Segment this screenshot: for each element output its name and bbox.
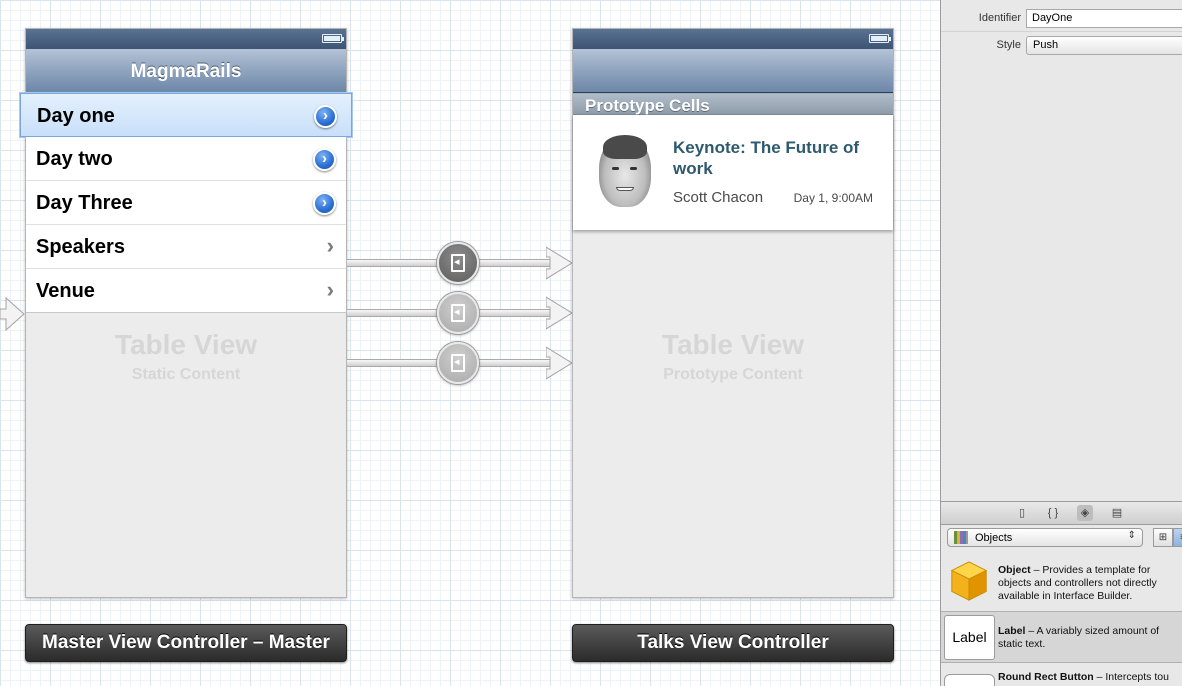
master-scene-dock-label[interactable]: Master View Controller – Master [25,624,347,662]
segue-arrow-head [546,346,573,380]
navigation-bar[interactable]: MagmaRails [26,49,346,93]
prototype-cell[interactable]: Keynote: The Future of work Scott Chacon… [573,115,893,230]
library-item-name: Object [998,564,1031,576]
library-item-name: Label [998,625,1026,637]
style-select[interactable]: Push [1026,36,1182,55]
navigation-bar[interactable] [573,49,893,93]
library-item-round-rect-button[interactable]: Round Rect Button – Intercepts tou [941,666,1182,686]
label-thumbnail: Label [944,615,995,660]
library-item-label[interactable]: Label Label – A variably sized amount of… [941,611,1182,663]
table-view-placeholder-title: Table View [114,329,258,360]
master-view-controller-scene[interactable]: MagmaRails Day one › Day two › Day Three… [19,28,353,598]
identifier-label: Identifier [978,12,1021,24]
segue-push-icon[interactable] [437,342,479,384]
table-view-placeholder-subtitle: Prototype Content [663,366,803,383]
section-header: Prototype Cells [573,93,893,115]
segue-push-icon[interactable] [437,292,479,334]
identifier-field[interactable]: DayOne [1026,9,1182,28]
library-item-object[interactable]: Object – Provides a template for objects… [941,556,1182,608]
segue-arrow-head [546,296,573,330]
identifier-row: Identifier DayOne [941,6,1182,32]
cell-label: Day Three [36,192,133,214]
incoming-segue-arrow[interactable] [0,296,26,332]
segue-push-icon[interactable] [437,242,479,284]
speaker-photo [599,135,651,207]
talk-time: Day 1, 9:00AM [793,191,873,205]
talks-scene-dock-label[interactable]: Talks View Controller [572,624,894,662]
icon-view-toggle[interactable]: ⊞ [1153,528,1173,547]
library-item-description: – Intercepts tou [1093,671,1169,683]
nav-title: MagmaRails [130,61,242,82]
battery-icon [322,34,344,43]
library-item-name: Round Rect Button [998,671,1094,683]
cell-label: Venue [36,280,95,302]
chevron-right-icon: › [326,277,334,302]
speaker-name: Scott Chacon [673,189,764,206]
table-view-placeholder-title: Table View [661,329,805,360]
style-label: Style [996,39,1021,51]
code-snippet-icon[interactable]: { } [1045,505,1061,521]
cell-speakers[interactable]: Speakers › [26,225,346,269]
object-cube-icon [950,561,988,601]
library-filter-value: Objects [975,532,1013,544]
talk-title: Keynote: The Future of work [673,138,860,178]
chevron-right-icon: › [326,233,334,258]
cell-day-three[interactable]: Day Three › [26,181,346,225]
button-thumbnail [944,674,995,686]
library-tab-bar: ▯ { } ◈ ▤ [941,501,1182,525]
cell-day-two[interactable]: Day two › [26,137,346,181]
file-template-icon[interactable]: ▯ [1014,505,1030,521]
talks-view-controller-scene[interactable]: Prototype Cells Keynote: The Future of w… [572,28,894,598]
utilities-panel: Identifier DayOne Style Push ▯ { } ◈ ▤ O… [940,0,1182,686]
media-library-icon[interactable]: ▤ [1109,505,1125,521]
cell-label: Day two [36,148,113,170]
cell-day-one[interactable]: Day one › [19,92,353,138]
cell-label: Day one [37,105,115,127]
library-filter-select[interactable]: Objects ⇕ [947,528,1143,547]
object-library-icon[interactable]: ◈ [1077,505,1093,521]
table-view-placeholder-subtitle: Static Content [131,366,241,383]
battery-icon [869,34,891,43]
section-header-label: Prototype Cells [585,96,710,115]
style-row: Style Push [941,33,1182,59]
detail-disclosure-icon[interactable]: › [313,192,336,215]
detail-disclosure-icon[interactable]: › [314,105,337,128]
cell-venue[interactable]: Venue › [26,269,346,313]
cell-label: Speakers [36,236,125,258]
select-arrows-icon: ⇕ [1127,530,1136,541]
status-bar [26,29,346,49]
list-view-toggle[interactable]: ≡ [1173,528,1182,547]
segue-arrow-head [546,246,573,280]
status-bar [573,29,893,49]
detail-disclosure-icon[interactable]: › [313,148,336,171]
objects-icon [954,531,968,544]
